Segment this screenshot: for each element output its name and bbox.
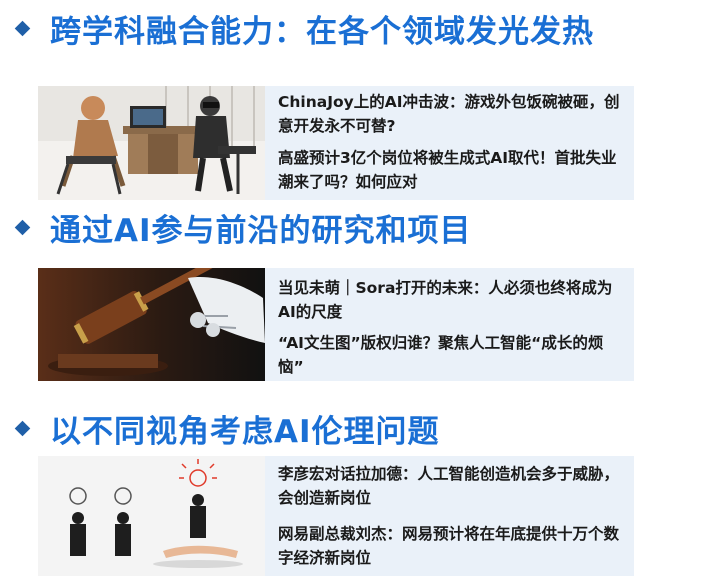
article-link[interactable]: 李彦宏对话拉加德：人工智能创造机会多于威胁，会创造新岗位 [278,462,628,510]
robot-and-human-at-desk-image [38,86,265,200]
diamond-bullet-icon [14,219,31,236]
article-link[interactable]: ChinaJoy上的AI冲击波：游戏外包饭碗被砸，创意开发永不可替? [278,90,628,138]
article-link[interactable]: 当见未萌｜Sora打开的未来：人必须也终将成为AI的尺度 [278,276,628,324]
article-link[interactable]: “AI文生图”版权归谁？聚焦人工智能“成长的烦恼” [278,331,628,379]
section-heading-1: 跨学科融合能力：在各个领域发光发热 [0,6,594,51]
article-link[interactable]: 高盛预计3亿个岗位将被生成式AI取代！首批失业潮来了吗？如何应对 [278,146,628,194]
article-card-1: ChinaJoy上的AI冲击波：游戏外包饭碗被砸，创意开发永不可替? 高盛预计3… [38,86,634,200]
robot-hand-gavel-image [38,268,265,381]
article-card-3: 李彦宏对话拉加德：人工智能创造机会多于威胁，会创造新岗位 网易副总裁刘杰：网易预… [38,456,634,576]
section-heading-2: 通过AI参与前沿的研究和项目 [0,205,472,250]
diamond-bullet-icon [14,20,31,37]
diamond-bullet-icon [14,420,31,437]
section-title: 跨学科融合能力：在各个领域发光发热 [50,14,594,50]
section-heading-3: 以不同视角考虑AI伦理问题 [0,406,440,451]
section-title: 通过AI参与前沿的研究和项目 [50,213,472,249]
businessmen-lightbulb-image [38,456,265,576]
article-card-2: 当见未萌｜Sora打开的未来：人必须也终将成为AI的尺度 “AI文生图”版权归谁… [38,268,634,381]
article-link[interactable]: 网易副总裁刘杰：网易预计将在年底提供十万个数字经济新岗位 [278,522,628,570]
section-title: 以不同视角考虑AI伦理问题 [50,414,440,450]
